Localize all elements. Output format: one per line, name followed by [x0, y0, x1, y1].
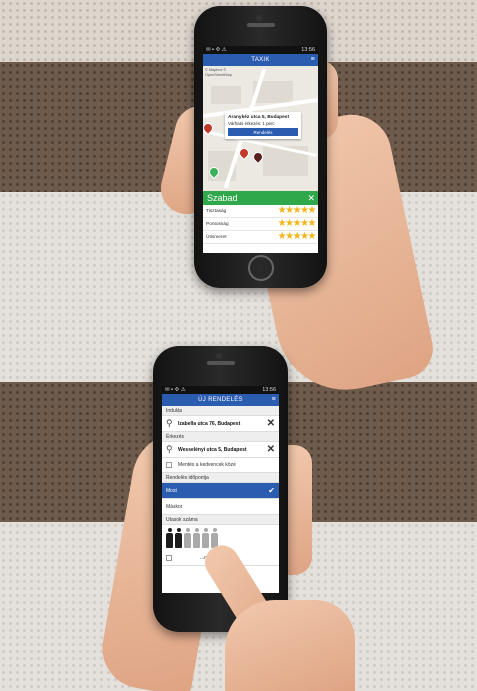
save-favorites-label: Mentés a kedvencek közé — [178, 462, 236, 468]
search-icon: ⚲ — [166, 444, 173, 454]
search-icon: ⚲ — [166, 418, 173, 428]
person-icon[interactable] — [193, 528, 200, 548]
close-icon[interactable]: ✕ — [307, 193, 315, 204]
person-icon[interactable] — [184, 528, 191, 548]
driver-status-bar: Szabad ✕ — [203, 191, 318, 205]
status-bar: ✉ ▪ ✣ ⚠ 13:56 — [203, 46, 318, 54]
app-bar: ÚJ RENDELÉS ≡ — [162, 394, 279, 406]
time-option-now[interactable]: Most ✔ — [162, 483, 279, 499]
passengers-header: Utasok száma — [162, 515, 279, 525]
save-favorites-checkbox[interactable] — [166, 462, 172, 468]
rating-row: Útismeret ★★★★★ — [203, 231, 318, 244]
rating-label: Tisztaság — [206, 208, 227, 214]
time-option-label: Máskor — [166, 503, 183, 510]
person-icon[interactable] — [175, 528, 182, 548]
screen-taxis: ✉ ▪ ✣ ⚠ 13:56 TAXIK ≡ © Mapbox © OpenStr… — [203, 46, 318, 253]
time-option-later[interactable]: Máskor — [162, 499, 279, 515]
rating-label: Útismeret — [206, 234, 227, 240]
status-time: 13:56 — [262, 387, 276, 393]
rating-row: Pontosság ★★★★★ — [203, 218, 318, 231]
menu-icon[interactable]: ≡ — [311, 56, 315, 63]
arrival-address[interactable]: Wesselényi utca 5, Budapest — [178, 447, 267, 453]
app-title: TAXIK — [251, 57, 270, 63]
phone-camera — [256, 15, 262, 21]
checkmark-icon: ✔ — [268, 486, 275, 495]
address-popup: Aranykéz utca 5, Budapest Várható érkezé… — [225, 112, 301, 139]
status-bar: ✉ ▪ ✣ ⚠ 13:56 — [162, 386, 279, 394]
star-icon: ★★★★★ — [277, 231, 317, 242]
time-option-label: Most — [166, 487, 177, 494]
map-view[interactable]: © Mapbox © OpenStreetMap Aranykéz utca 5… — [203, 66, 318, 191]
clear-icon[interactable]: ✕ — [267, 444, 275, 455]
person-icon[interactable] — [166, 528, 173, 548]
phone-taxis: ✉ ▪ ✣ ⚠ 13:56 TAXIK ≡ © Mapbox © OpenStr… — [194, 6, 327, 288]
departure-field[interactable]: ⚲ Izabella utca 76, Budapest ✕ — [162, 416, 279, 432]
rating-row: Tisztaság ★★★★★ — [203, 205, 318, 218]
driver-status: Szabad — [207, 193, 238, 203]
save-favorites-row[interactable]: Mentés a kedvencek közé — [162, 458, 279, 473]
departure-address[interactable]: Izabella utca 76, Budapest — [178, 421, 267, 427]
time-header: Rendelés időpontja — [162, 473, 279, 483]
star-icon: ★★★★★ — [277, 205, 317, 216]
app-title: ÚJ RENDELÉS — [198, 397, 243, 403]
phone-camera — [216, 353, 222, 359]
extra-option-checkbox[interactable] — [166, 555, 172, 561]
menu-icon[interactable]: ≡ — [272, 396, 276, 403]
app-bar: TAXIK ≡ — [203, 54, 318, 66]
status-icons-left: ✉ ▪ ✣ ⚠ — [165, 387, 186, 393]
star-icon: ★★★★★ — [277, 218, 317, 229]
popup-address: Aranykéz utca 5, Budapest — [228, 115, 290, 120]
map-block — [211, 86, 241, 104]
status-time: 13:56 — [301, 47, 315, 53]
popup-eta: Várható érkezés: 1 perc — [228, 121, 275, 126]
departure-header: Indulás — [162, 406, 279, 416]
home-button[interactable] — [247, 255, 274, 281]
person-icon[interactable] — [202, 528, 209, 548]
clear-icon[interactable]: ✕ — [267, 418, 275, 429]
map-attribution: © Mapbox © OpenStreetMap — [205, 68, 232, 77]
pointing-hand — [225, 600, 355, 691]
phone-speaker — [206, 361, 235, 365]
arrival-header: Érkezés — [162, 432, 279, 442]
phone-speaker — [246, 23, 275, 27]
arrival-field[interactable]: ⚲ Wesselényi utca 5, Budapest ✕ — [162, 442, 279, 458]
rating-label: Pontosság — [206, 221, 229, 227]
order-button[interactable]: Rendelés — [228, 128, 298, 136]
status-icons-left: ✉ ▪ ✣ ⚠ — [206, 47, 227, 53]
